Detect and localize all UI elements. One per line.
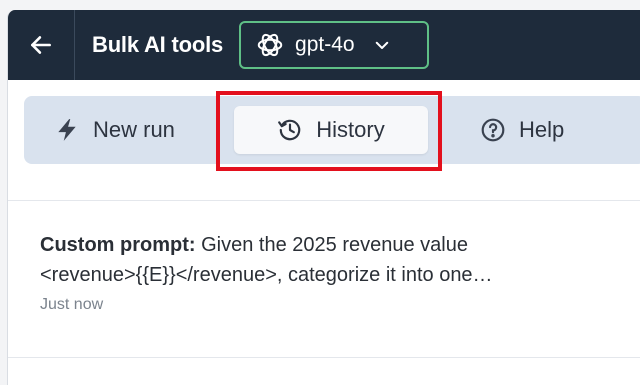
tab-help[interactable]: Help: [480, 96, 564, 164]
divider: [8, 357, 640, 358]
lightning-icon: [58, 119, 76, 141]
back-button[interactable]: [8, 10, 75, 80]
tab-bar: New run History Help: [24, 96, 640, 164]
divider: [8, 200, 640, 201]
tab-history-label: History: [316, 117, 385, 142]
arrow-left-icon: [31, 36, 51, 54]
header-bar: Bulk AI tools gpt-4o: [8, 10, 640, 80]
help-circle-icon: [481, 118, 505, 142]
tab-new-run-label: New run: [93, 117, 175, 142]
bulk-ai-panel: Bulk AI tools gpt-4o New run History Hel…: [7, 10, 640, 385]
openai-logo-icon: [257, 33, 283, 57]
model-selector[interactable]: gpt-4o: [239, 21, 430, 69]
prompt-text-2: <revenue>{{E}}</revenue>, categorize it …: [40, 264, 493, 286]
tab-new-run[interactable]: New run: [54, 96, 175, 164]
history-item[interactable]: Custom prompt: Given the 2025 revenue va…: [40, 230, 640, 314]
tab-history[interactable]: History: [234, 106, 428, 154]
chevron-down-icon: [375, 41, 388, 49]
history-item-line-1: Custom prompt: Given the 2025 revenue va…: [40, 230, 640, 260]
model-name: gpt-4o: [295, 33, 355, 56]
history-icon: [278, 119, 301, 141]
prompt-type-label: Custom prompt:: [40, 234, 196, 256]
tab-help-label: Help: [519, 117, 565, 142]
history-item-timestamp: Just now: [40, 296, 104, 313]
prompt-text-1: Given the 2025 revenue value: [195, 234, 468, 256]
app-title: Bulk AI tools: [92, 32, 224, 57]
